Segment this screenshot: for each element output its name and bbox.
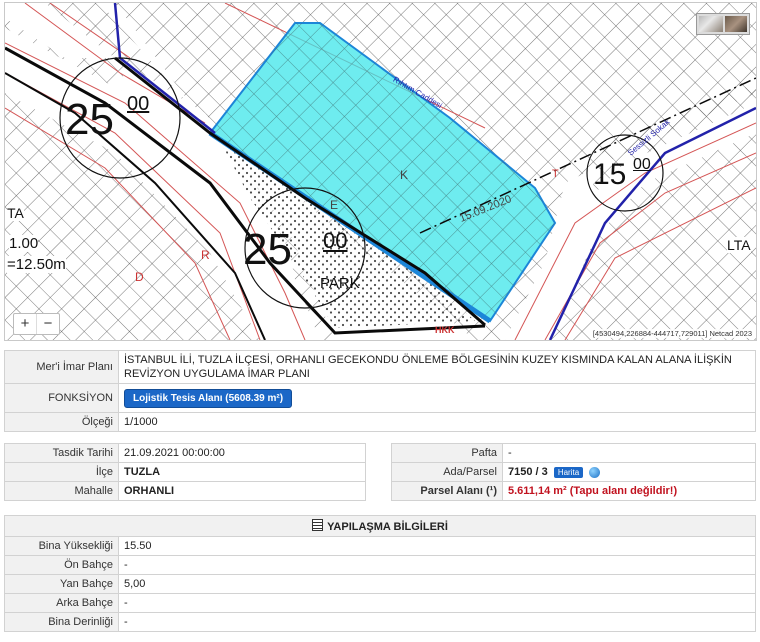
map-labels: 25 00 25 00 15 00 TA LTA 1.00 =12.50m PA… [5,3,756,340]
basemap-switcher[interactable] [696,13,750,35]
table-row: Bina Derinliği - [4,612,756,632]
basemap-thumb-map[interactable] [699,16,723,32]
pafta-value: - [502,443,756,463]
block-parcel-label: Ada/Parsel [391,462,503,482]
side-yard-label: Yan Bahçe [4,574,119,594]
front-yard-label: Ön Bahçe [4,555,119,575]
scale-label: Ölçeği [4,412,119,432]
building-height-value: 15.50 [118,536,756,556]
street-label: Sessizli Sokak [626,117,672,158]
table-row: Bina Yüksekliği 15.50 [4,536,756,556]
approval-date-value: 21.09.2021 00:00:00 [118,443,366,463]
plan-table: Mer'i İmar Planı İSTANBUL İLİ, TUZLA İLÇ… [4,350,756,432]
hkk-label: HKK [435,325,455,335]
lta-label: LTA [727,237,751,253]
parcel-left-table: Tasdik Tarihi 21.09.2021 00:00:00 İlçe T… [4,443,366,501]
building-height-label: Bina Yüksekliği [4,536,119,556]
neighborhood-label: Mahalle [4,481,119,501]
rear-yard-label: Arka Bahçe [4,593,119,613]
block-parcel-value: 7150 / 3 [508,466,548,478]
coordinate-readout: [4530494,226884-444717,729011] Netcad 20… [590,329,754,338]
ta-label: TA [7,205,24,221]
e-label: E [330,198,339,212]
function-cell: Lojistik Tesis Alanı (5608.39 m²) [118,383,756,413]
date-line-label: 15.09.2020 [457,193,514,225]
pafta-label: Pafta [391,443,503,463]
rear-yard-value: - [118,593,756,613]
scale-value: 1/1000 [118,412,756,432]
front-yard-value: - [118,555,756,575]
zoom-in-button[interactable]: + [14,314,36,334]
block-parcel-cell: 7150 / 3 Harita [502,462,756,482]
height-label-c-sub: 00 [633,156,651,173]
table-row: Ön Bahçe - [4,555,756,575]
zoom-out-button[interactable]: − [36,314,59,334]
ratio-label: 1.00 [9,235,39,252]
zoning-map[interactable]: 25 00 25 00 15 00 TA LTA 1.00 =12.50m PA… [4,2,757,341]
k-label: K [400,168,409,182]
table-row: Yan Bahçe 5,00 [4,574,756,594]
approval-date-label: Tasdik Tarihi [4,443,119,463]
neighborhood-value: ORHANLI [118,481,366,501]
globe-icon[interactable] [589,466,601,478]
parcel-area-label: Parsel Alanı (¹) [391,481,503,501]
building-info-header: YAPILAŞMA BİLGİLERİ [4,515,756,537]
district-value: TUZLA [118,462,366,482]
building-info-table: YAPILAŞMA BİLGİLERİ Bina Yüksekliği 15.5… [4,515,756,632]
height-max-label: =12.50m [7,256,66,273]
r-label: R [201,248,210,262]
plan-value: İSTANBUL İLİ, TUZLA İLÇESİ, ORHANLI GECE… [118,350,756,384]
building-depth-label: Bina Derinliği [4,612,119,632]
table-row: Arka Bahçe - [4,593,756,613]
building-depth-value: - [118,612,756,632]
basemap-thumb-photo[interactable] [725,16,747,32]
height-label-c: 15 [593,158,627,191]
building-icon [312,519,324,531]
zoom-control: + − [13,313,60,335]
road-label: Rıhtım Caddesi [391,74,444,111]
height-label-a: 25 [65,95,114,144]
park-label: PARK [320,275,360,292]
function-button[interactable]: Lojistik Tesis Alanı (5608.39 m²) [124,388,293,408]
height-label-b-sub: 00 [323,228,348,253]
t-label: T [552,168,559,180]
side-yard-value: 5,00 [118,574,756,594]
parcel-area-value: 5.611,14 m² (Tapu alanı değildir!) [502,481,756,501]
district-label: İlçe [4,462,119,482]
function-label: FONKSİYON [4,383,119,413]
building-info-title: YAPILAŞMA BİLGİLERİ [327,521,448,533]
parcel-right-table: Pafta - Ada/Parsel 7150 / 3 Harita Parse… [391,443,756,501]
height-label-a-sub: 00 [127,93,150,115]
map-button[interactable]: Harita [553,466,584,478]
height-label-b: 25 [243,225,292,274]
d-label: D [135,270,144,284]
plan-label: Mer'i İmar Planı [4,350,119,384]
